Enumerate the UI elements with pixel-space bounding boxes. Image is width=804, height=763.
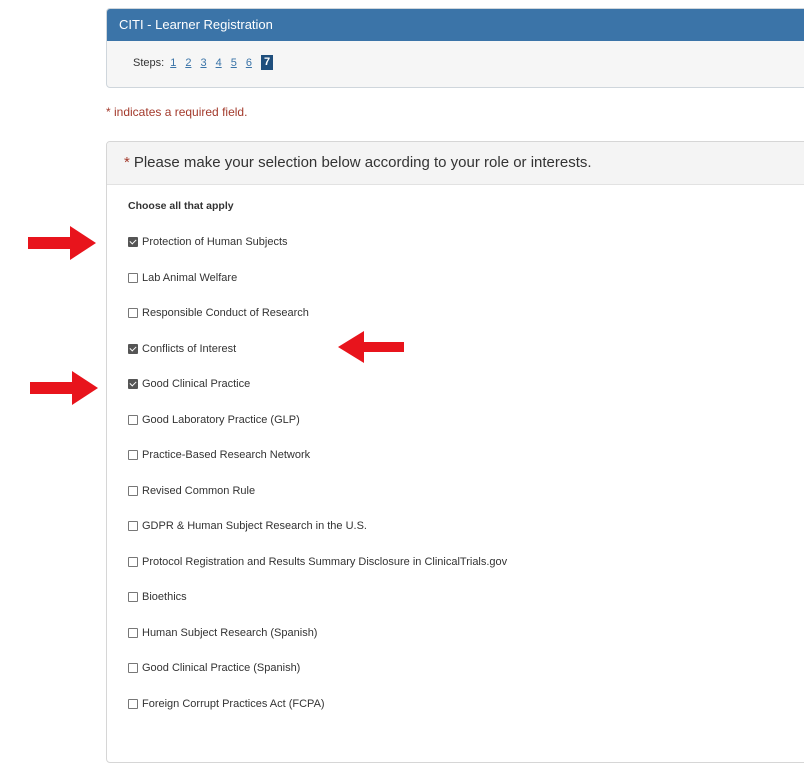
right-arrow-icon (28, 226, 96, 260)
steps-nav: Steps: 1 2 3 4 5 6 7 (133, 55, 274, 70)
option-label: Revised Common Rule (142, 484, 256, 497)
step-link-3[interactable]: 3 (200, 57, 206, 69)
steps-label: Steps: (133, 56, 165, 69)
option-label: Protocol Registration and Results Summar… (142, 555, 508, 568)
option-item[interactable]: Human Subject Research (Spanish) (128, 627, 317, 639)
option-item[interactable]: Good Clinical Practice (128, 378, 250, 390)
option-item[interactable]: Good Clinical Practice (Spanish) (128, 662, 300, 674)
checkbox-unchecked[interactable] (128, 592, 138, 602)
option-item[interactable]: Protection of Human Subjects (128, 236, 288, 248)
selection-header: * Please make your selection below accord… (107, 142, 804, 185)
option-label: Protection of Human Subjects (142, 236, 288, 248)
required-field-note: * indicates a required field. (106, 105, 248, 119)
option-item[interactable]: Conflicts of Interest (128, 343, 236, 355)
step-link-4[interactable]: 4 (216, 57, 222, 69)
option-label: Responsible Conduct of Research (142, 307, 309, 319)
option-item[interactable]: GDPR & Human Subject Research in the U.S… (128, 520, 367, 532)
option-item[interactable]: Practice-Based Research Network (128, 449, 310, 461)
selection-panel: * Please make your selection below accord… (106, 141, 804, 763)
option-item[interactable]: Responsible Conduct of Research (128, 307, 309, 319)
option-item[interactable]: Lab Animal Welfare (128, 272, 237, 284)
step-link-5[interactable]: 5 (231, 57, 237, 69)
option-label: Lab Animal Welfare (142, 271, 238, 284)
step-link-2[interactable]: 2 (185, 57, 191, 69)
option-label: GDPR & Human Subject Research in the U.S… (142, 520, 367, 532)
option-label: Good Clinical Practice (Spanish) (142, 662, 301, 674)
choose-all-label: Choose all that apply (128, 200, 234, 212)
step-link-1[interactable]: 1 (170, 57, 176, 69)
checkbox-unchecked[interactable] (128, 663, 138, 673)
current-step: 7 (260, 55, 274, 70)
option-label: Good Laboratory Practice (GLP) (142, 413, 300, 426)
registration-title: CITI - Learner Registration (107, 9, 804, 41)
option-label: Human Subject Research (Spanish) (142, 626, 318, 639)
option-label: Good Clinical Practice (142, 378, 251, 390)
registration-panel: CITI - Learner Registration Steps: 1 2 3… (106, 8, 804, 88)
checkbox-unchecked[interactable] (128, 272, 138, 283)
option-item[interactable]: Good Laboratory Practice (GLP) (128, 414, 300, 426)
option-label: Practice-Based Research Network (142, 449, 311, 461)
checkbox-unchecked[interactable] (128, 698, 138, 709)
option-item[interactable]: Foreign Corrupt Practices Act (FCPA) (128, 698, 325, 710)
checkbox-unchecked[interactable] (128, 414, 138, 425)
option-label: Foreign Corrupt Practices Act (FCPA) (142, 697, 325, 710)
checkbox-unchecked[interactable] (128, 521, 138, 531)
right-arrow-icon (30, 371, 98, 405)
option-item[interactable]: Revised Common Rule (128, 485, 255, 497)
option-label: Bioethics (142, 591, 187, 603)
checkbox-unchecked[interactable] (128, 627, 138, 638)
checkbox-unchecked[interactable] (128, 556, 138, 567)
option-item[interactable]: Protocol Registration and Results Summar… (128, 556, 507, 568)
checkbox-checked[interactable] (128, 343, 138, 354)
required-star: * (124, 154, 130, 171)
left-arrow-icon (338, 331, 404, 363)
checkbox-checked[interactable] (128, 237, 138, 247)
step-link-6[interactable]: 6 (246, 57, 252, 69)
checkbox-unchecked[interactable] (128, 308, 138, 318)
checkbox-unchecked[interactable] (128, 450, 138, 460)
selection-prompt: Please make your selection below accordi… (133, 154, 592, 171)
option-label: Conflicts of Interest (142, 342, 237, 355)
checkbox-unchecked[interactable] (128, 485, 138, 496)
option-item[interactable]: Bioethics (128, 591, 187, 603)
checkbox-checked[interactable] (128, 379, 138, 389)
